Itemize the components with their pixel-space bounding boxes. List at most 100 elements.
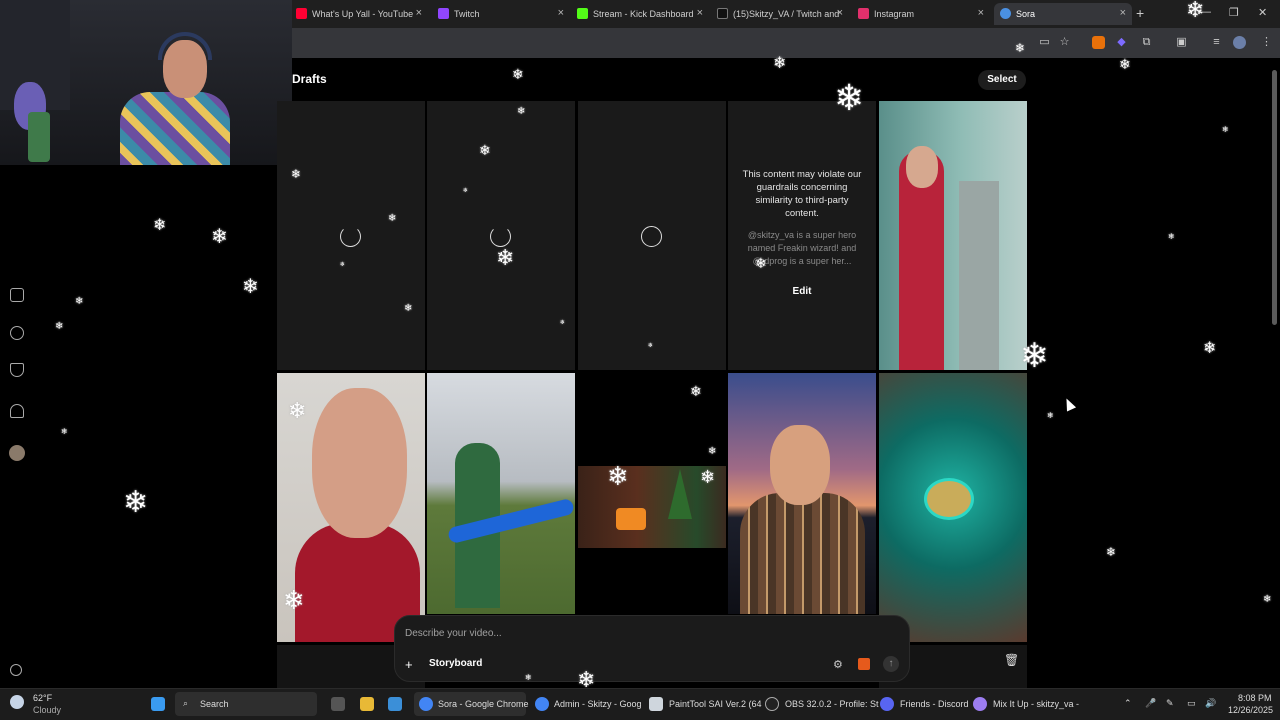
network-icon[interactable]: ▭: [1187, 698, 1196, 709]
snowflake-icon: ❄: [517, 106, 526, 117]
trash-icon[interactable]: 🗑: [1004, 653, 1019, 667]
draft-card-video[interactable]: [578, 373, 726, 614]
clock-date[interactable]: 12/26/2025: [1228, 705, 1273, 715]
draft-card-loading[interactable]: [277, 101, 425, 370]
snowflake-icon: ❄: [479, 142, 491, 158]
snowflake-icon: ❄: [1263, 594, 1272, 605]
extension-icon[interactable]: [1092, 36, 1105, 49]
profile-avatar-icon[interactable]: [1233, 36, 1246, 49]
taskbar-app-label[interactable]: OBS 32.0.2 - Profile: St: [785, 699, 879, 709]
draft-card-video[interactable]: [879, 101, 1027, 370]
taskbar-app-label[interactable]: Admin - Skitzy - Goog: [554, 699, 642, 709]
snowflake-icon: ❄: [388, 213, 397, 224]
scrollbar-thumb[interactable]: [1272, 70, 1277, 325]
snowflake-icon: ❄: [340, 262, 346, 268]
stall-door: [959, 181, 999, 370]
task-view-icon[interactable]: [331, 697, 345, 711]
snowflake-icon: ❄: [242, 276, 259, 298]
microphone-icon[interactable]: 🎤: [1145, 698, 1156, 709]
page-scrollbar[interactable]: [1270, 58, 1278, 688]
sidebar-icon[interactable]: ▣: [1175, 36, 1188, 49]
volume-icon[interactable]: 🔊: [1205, 698, 1216, 709]
tab-sora[interactable]: Sora ×: [994, 3, 1132, 25]
discord-icon[interactable]: [880, 697, 894, 711]
draft-card-video[interactable]: [427, 373, 575, 614]
tab-tiktok[interactable]: (15)Skitzy_VA / Twitch and ×: [711, 3, 849, 25]
mix-it-up-icon[interactable]: [973, 697, 987, 711]
menu-kebab-icon[interactable]: ⋮: [1260, 36, 1273, 49]
tray-overflow-icon[interactable]: ⌃: [1124, 698, 1132, 709]
snowflake-icon: ❄: [1119, 56, 1131, 72]
weather-cloud-icon[interactable]: [10, 695, 24, 709]
describe-video-input[interactable]: Describe your video...: [405, 628, 885, 639]
loading-spinner-icon: [641, 226, 662, 247]
draft-card-loading[interactable]: [578, 101, 726, 370]
windows-start-icon[interactable]: [151, 697, 165, 711]
add-media-button[interactable]: +: [405, 657, 413, 672]
close-icon[interactable]: ×: [978, 7, 984, 19]
snowflake-icon: ❄: [75, 296, 84, 307]
edit-button[interactable]: Edit: [786, 283, 818, 301]
avatar[interactable]: [9, 445, 25, 461]
extensions-puzzle-icon[interactable]: ⧉: [1140, 36, 1153, 49]
taskbar-app-label[interactable]: Mix It Up - skitzy_va -: [993, 699, 1079, 709]
weather-temp[interactable]: 62°F: [33, 693, 52, 703]
gift-icon[interactable]: [858, 658, 870, 670]
tab-kick[interactable]: Stream - Kick Dashboard ×: [571, 3, 709, 25]
draft-card-video[interactable]: [728, 373, 876, 614]
taskbar-search[interactable]: [175, 692, 317, 716]
snowflake-icon: ❄: [1168, 232, 1175, 241]
weather-condition[interactable]: Cloudy: [33, 705, 61, 715]
close-icon[interactable]: ×: [697, 7, 703, 19]
new-tab-button[interactable]: +: [1136, 5, 1144, 21]
snowflake-icon: ❄: [1015, 41, 1026, 55]
youtube-icon: [296, 8, 307, 19]
close-icon[interactable]: ×: [1120, 7, 1126, 19]
loading-spinner-icon: [490, 226, 511, 247]
taskbar-app-label[interactable]: Friends - Discord: [900, 699, 969, 709]
send-arrow-icon[interactable]: ↑: [883, 656, 899, 672]
trophy-icon[interactable]: [10, 363, 24, 377]
select-button[interactable]: Select: [978, 70, 1026, 90]
close-icon[interactable]: ×: [416, 7, 422, 19]
draft-card-guardrail[interactable]: This content may violate our guardrails …: [728, 101, 876, 370]
close-icon[interactable]: ×: [558, 7, 564, 19]
video-subject: [740, 493, 865, 614]
snowflake-icon: ❄: [496, 245, 515, 270]
fireplace: [616, 508, 646, 530]
taskbar-search-label: Search: [200, 699, 229, 709]
chrome-icon[interactable]: [535, 697, 549, 711]
cast-icon[interactable]: ▭: [1038, 36, 1051, 49]
tab-twitch[interactable]: Twitch ×: [432, 3, 570, 25]
settings-icon[interactable]: [10, 664, 22, 676]
video-subject-face: [312, 388, 407, 538]
guardrail-message: This content may violate our guardrails …: [742, 169, 862, 219]
storyboard-button[interactable]: Storyboard: [429, 658, 482, 669]
taskbar-app-label[interactable]: PaintTool SAI Ver.2 (64: [669, 699, 762, 709]
file-explorer-icon[interactable]: [360, 697, 374, 711]
tab-instagram[interactable]: Instagram ×: [852, 3, 990, 25]
restore-icon[interactable]: ❐: [1229, 6, 1239, 19]
instagram-icon: [858, 8, 869, 19]
tab-youtube[interactable]: What's Up Yall - YouTube ×: [290, 3, 428, 25]
clock-time[interactable]: 8:08 PM: [1238, 693, 1272, 703]
obs-icon[interactable]: [765, 697, 779, 711]
close-icon[interactable]: ×: [837, 7, 843, 19]
settings-sliders-icon[interactable]: ⚙: [833, 658, 843, 671]
create-icon[interactable]: [10, 288, 24, 302]
snowflake-icon: ❄: [283, 585, 305, 615]
pen-icon[interactable]: ✎: [1166, 698, 1174, 709]
notification-bell-icon[interactable]: [10, 404, 24, 418]
draft-card-video[interactable]: [879, 373, 1027, 642]
window-close-icon[interactable]: ✕: [1258, 6, 1267, 19]
bookmark-star-icon[interactable]: ☆: [1058, 36, 1071, 49]
draft-card-loading[interactable]: [427, 101, 575, 370]
shield-extension-icon[interactable]: ◆: [1115, 36, 1128, 49]
painttool-sai-icon[interactable]: [649, 697, 663, 711]
search-icon: ⌕: [183, 698, 189, 708]
snowflake-icon: ❄: [288, 398, 307, 423]
reading-list-icon[interactable]: ≡: [1210, 36, 1223, 49]
search-icon[interactable]: [10, 326, 24, 340]
app-icon[interactable]: [388, 697, 402, 711]
snowflake-icon: ❄: [55, 321, 64, 332]
